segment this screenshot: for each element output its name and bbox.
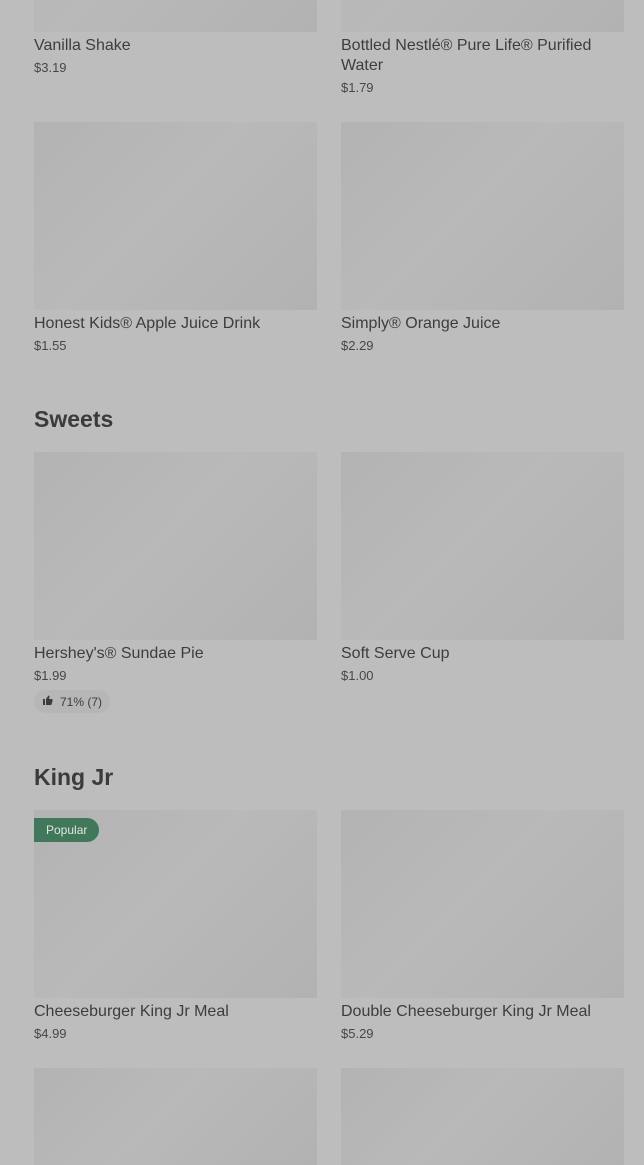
item-image-orange-juice[interactable] [341,122,624,310]
item-price: $2.29 [341,338,374,353]
item-name[interactable]: Double Cheeseburger King Jr Meal [341,1002,624,1022]
item-image-placeholder[interactable] [341,1068,624,1165]
thumbs-up-icon [42,694,54,709]
rating-badge: 71% (7) [34,690,111,713]
item-price: $1.99 [34,668,67,683]
item-image-sundae-pie[interactable] [34,452,317,640]
item-name[interactable]: Soft Serve Cup [341,644,624,664]
item-name[interactable]: Hershey's® Sundae Pie [34,644,317,664]
item-image-vanilla-shake[interactable] [34,0,317,32]
item-image-double-cheeseburger-meal[interactable] [341,810,624,998]
item-price: $3.19 [34,60,67,75]
item-name[interactable]: Honest Kids® Apple Juice Drink [34,314,317,334]
item-price: $1.55 [34,338,67,353]
item-price: $5.29 [341,1026,374,1041]
item-name[interactable]: Cheeseburger King Jr Meal [34,1002,317,1022]
item-image-bottled-water[interactable] [341,0,624,32]
item-name[interactable]: Bottled Nestlé® Pure Life® Purified Wate… [341,36,624,76]
section-title-sweets: Sweets [34,406,114,432]
item-image-soft-serve[interactable] [341,452,624,640]
item-price: $4.99 [34,1026,67,1041]
item-name[interactable]: Vanilla Shake [34,36,317,56]
item-price: $1.00 [341,668,374,683]
section-title-king-jr: King Jr [34,764,114,790]
item-name[interactable]: Simply® Orange Juice [341,314,624,334]
rating-text: 71% (7) [60,694,103,709]
item-image-placeholder[interactable] [34,1068,317,1165]
popular-badge: Popular [34,818,100,842]
item-price: $1.79 [341,80,374,95]
item-image-apple-juice[interactable] [34,122,317,310]
